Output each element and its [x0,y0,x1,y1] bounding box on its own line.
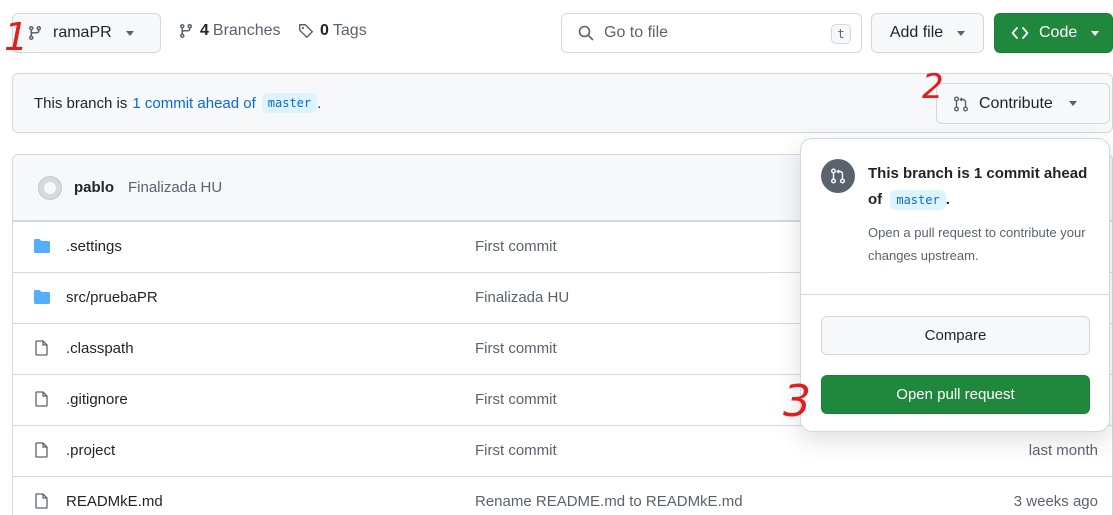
code-label: Code [1039,24,1078,41]
file-name[interactable]: src/pruebaPR [66,289,158,306]
code-button[interactable]: Code [994,13,1113,53]
file-icon [35,340,48,356]
contribute-button[interactable]: Contribute [936,83,1110,124]
keyboard-shortcut-hint: t [831,24,851,44]
open-pull-request-button[interactable]: Open pull request [821,375,1090,414]
branch-status-text: This branch is 1 commit ahead of master … [34,93,321,113]
file-commit-message[interactable]: First commit [475,340,557,357]
tag-icon [299,24,314,39]
git-branch-icon [28,26,41,41]
banner-suffix: . [317,94,322,112]
file-commit-message[interactable]: First commit [475,238,557,255]
chevron-down-icon [1091,30,1100,36]
contribute-label: Contribute [979,94,1053,112]
divider [801,294,1109,295]
pull-request-icon [831,168,845,184]
branches-count: 4 [200,22,209,39]
file-icon [35,442,48,458]
tags-label: Tags [332,22,367,39]
file-commit-message[interactable]: Finalizada HU [475,289,569,306]
go-to-file-search[interactable]: t [561,13,862,53]
popover-title: This branch is 1 commit ahead of master. [868,161,1098,213]
file-age: last month [1028,442,1098,459]
file-age: 3 weeks ago [1013,493,1098,510]
commit-author[interactable]: pablo [74,179,114,196]
folder-icon [34,239,50,253]
search-icon [578,25,594,41]
base-branch-tag: master [890,190,946,210]
contribute-popover: This branch is 1 commit ahead of master.… [800,138,1110,432]
file-name[interactable]: .gitignore [66,391,128,408]
search-input[interactable] [604,24,824,42]
file-name[interactable]: .settings [66,238,122,255]
pull-request-badge [821,159,855,193]
popover-description: Open a pull request to contribute your c… [868,225,1086,263]
file-name[interactable]: .classpath [66,340,134,357]
banner-prefix: This branch is [34,94,128,112]
code-icon [1011,27,1029,39]
step-annotation-1: 1 [4,15,29,59]
file-commit-message[interactable]: Rename README.md to READMkE.md [475,493,743,510]
file-name[interactable]: .project [66,442,115,459]
file-name[interactable]: READMkE.md [66,493,163,510]
pull-request-icon [954,96,968,111]
git-branch-icon [179,24,192,39]
tags-count: 0 [320,22,329,39]
tags-link[interactable]: 0 Tags [298,22,367,40]
file-commit-message[interactable]: First commit [475,442,557,459]
branch-name: ramaPR [53,24,112,41]
add-file-label: Add file [889,24,944,41]
step-annotation-3: 3 [783,376,811,427]
file-commit-message[interactable]: First commit [475,391,557,408]
branches-label: Branches [212,22,281,39]
file-icon [35,391,48,407]
branch-selector-button[interactable]: ramaPR [12,13,161,53]
base-branch-tag[interactable]: master [261,93,318,113]
add-file-button[interactable]: Add file [871,13,984,53]
file-icon [35,493,48,509]
avatar[interactable] [38,176,62,200]
step-annotation-2: 2 [922,67,944,107]
popover-title-suffix: . [945,191,950,208]
commits-ahead-link[interactable]: 1 commit ahead of [132,95,255,112]
chevron-down-icon [1068,101,1077,106]
folder-icon [34,290,50,304]
chevron-down-icon [125,30,134,36]
chevron-down-icon [957,30,966,36]
branches-link[interactable]: 4 Branches [178,22,281,40]
table-row[interactable]: .project First commit last month [13,425,1112,476]
commit-message[interactable]: Finalizada HU [128,179,222,196]
table-row[interactable]: READMkE.md Rename README.md to READMkE.m… [13,476,1112,515]
compare-button[interactable]: Compare [821,316,1090,355]
